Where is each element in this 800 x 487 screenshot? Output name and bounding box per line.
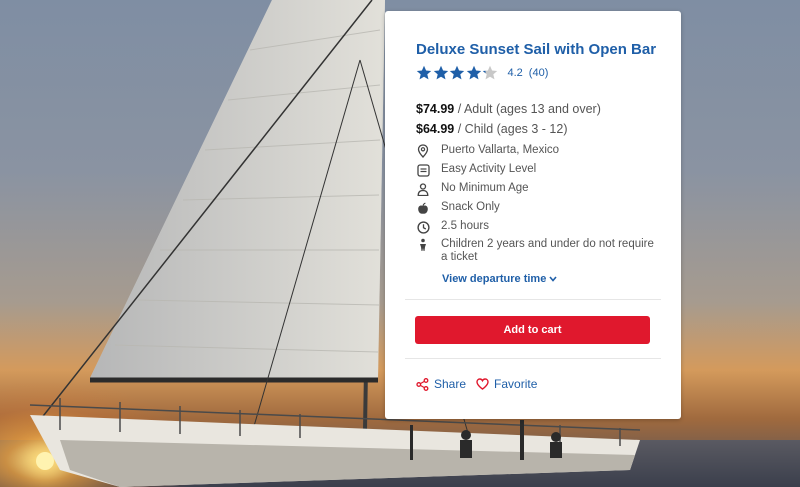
feature-duration: 2.5 hours [416,220,489,234]
view-departure-time-link[interactable]: View departure time [442,273,557,285]
share-button[interactable]: Share [416,377,466,391]
child-icon [416,238,430,252]
person-icon [416,182,430,196]
price-child: $64.99 / Child (ages 3 - 12) [416,122,568,136]
favorite-button[interactable]: Favorite [476,377,537,391]
heart-icon [476,378,489,390]
feature-duration-text: 2.5 hours [441,220,489,232]
clock-icon [416,220,430,234]
star-icon [466,65,481,80]
apple-icon [416,201,430,215]
add-to-cart-button[interactable]: Add to cart [415,316,650,344]
share-label: Share [434,377,467,391]
feature-children-text: Children 2 years and under do not requir… [441,238,654,263]
price-adult: $74.99 / Adult (ages 13 and over) [416,102,601,116]
feature-snack: Snack Only [416,201,500,215]
rating-value: 4.2 [507,67,523,79]
feature-snack-text: Snack Only [441,201,500,213]
favorite-label: Favorite [494,377,538,391]
feature-minimum-age: No Minimum Age [416,182,529,196]
divider-bottom [405,358,661,359]
feature-children-policy: Children 2 years and under do not requir… [416,238,656,264]
star-icon [449,65,465,80]
feature-activity-level: Easy Activity Level [416,163,536,177]
tour-title[interactable]: Deluxe Sunset Sail with Open Bar [416,41,656,58]
location-pin-icon [416,144,430,158]
tour-card: Deluxe Sunset Sail with Open Bar 4.2 (40… [385,11,681,419]
rating-count[interactable]: (40) [529,67,549,79]
price-adult-label: / Adult (ages 13 and over) [457,102,601,116]
departure-link-text: View departure time [442,273,547,285]
feature-activity-text: Easy Activity Level [441,163,537,175]
star-icon [433,65,448,80]
price-child-amount: $64.99 [416,122,455,136]
share-icon [416,377,429,391]
card-actions: Share Favorite [416,377,537,391]
rating-row: 4.2 (40) [416,65,548,81]
feature-location: Puerto Vallarta, Mexico [416,144,559,158]
price-adult-amount: $74.99 [416,102,455,116]
feature-location-text: Puerto Vallarta, Mexico [441,144,560,156]
star-icon [416,65,432,80]
price-child-label: / Child (ages 3 - 12) [457,122,568,136]
divider-top [405,299,661,300]
star-rating [416,65,499,81]
star-icon [482,65,498,80]
chevron-down-icon [549,276,557,282]
feature-age-text: No Minimum Age [441,182,529,194]
activity-level-icon [416,163,430,177]
